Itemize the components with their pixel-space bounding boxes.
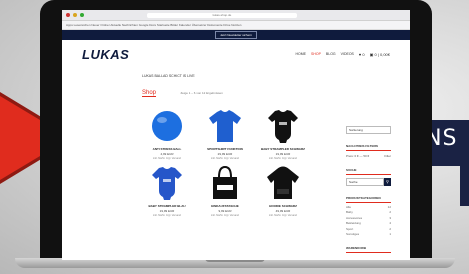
category-item[interactable]: Alle 12	[346, 205, 391, 209]
bookmarks-bar[interactable]: Apps Lesezeichen Neuer Ordner Aktuelle N…	[62, 21, 410, 30]
bodysuit-icon[interactable]	[142, 164, 192, 202]
product-name[interactable]: SPORTSHIRT FUNKTION	[200, 147, 250, 151]
nav-item-videos[interactable]: VIDEOS	[341, 52, 354, 56]
category-name[interactable]: Baby	[346, 210, 353, 214]
sort-select[interactable]: Sortierung	[346, 126, 391, 134]
category-name[interactable]: Alle	[346, 205, 351, 209]
product-card[interactable]: EINKAUFSTASCHE 9,99 EUR inkl. MwSt. zzgl…	[200, 164, 250, 217]
category-item[interactable]: Sport 2	[346, 227, 391, 231]
maximize-window-icon[interactable]	[80, 13, 84, 17]
price-range-label: Preis: 0 € — 50 €	[346, 154, 370, 158]
newsletter-button[interactable]: Jetzt Newsletter sichern	[215, 31, 257, 39]
minimize-window-icon[interactable]	[73, 13, 77, 17]
result-count: Zeige 1 – 6 von 12 Ergebnissen	[180, 91, 223, 95]
product-card[interactable]: BABY STRAMPLER SCHWARZ 19,99 EUR inkl. M…	[258, 107, 308, 160]
category-name[interactable]: Sonstiges	[346, 232, 359, 236]
product-tax-note: inkl. MwSt. zzgl. Versand	[269, 214, 297, 217]
ball-icon[interactable]	[142, 107, 192, 145]
product-name[interactable]: BABY STRAMPLER SCHWARZ	[258, 147, 308, 151]
product-price: 4,99 EUR	[160, 152, 174, 156]
category-item[interactable]: Sonstiges 1	[346, 232, 391, 236]
wishlist-icon[interactable]: ♥ 0	[359, 52, 365, 57]
search-icon[interactable]: ⚲	[384, 178, 391, 186]
product-card[interactable]: BABY STRAMPLER BLAU 19,99 EUR inkl. MwSt…	[142, 164, 192, 217]
search-title: SUCHE	[346, 168, 391, 175]
nav-item-blog[interactable]: BLOG	[326, 52, 336, 56]
category-count: 2	[389, 210, 391, 214]
product-tax-note: inkl. MwSt. zzgl. Versand	[269, 157, 297, 160]
product-price: 49,99 EUR	[275, 209, 291, 213]
address-bar[interactable]: lukas-shop.de	[147, 12, 297, 18]
main-nav: HOME SHOP BLOG VIDEOS	[296, 52, 354, 56]
site-header: LUKAS HOME SHOP BLOG VIDEOS ♥ 0 ▣ 0 | 0,…	[62, 40, 410, 68]
site-topbar: Jetzt Newsletter sichern	[62, 30, 410, 40]
product-price: 19,99 EUR	[275, 152, 291, 156]
shop-sidebar: Sortierung NACH PREIS FILTERN Preis: 0 €…	[346, 68, 391, 253]
nav-item-shop[interactable]: SHOP	[311, 52, 321, 56]
product-name[interactable]: EINKAUFSTASCHE	[200, 204, 250, 208]
product-card[interactable]: SPORTSHIRT FUNKTION 29,99 EUR inkl. MwSt…	[200, 107, 250, 160]
product-price: 29,99 EUR	[217, 152, 233, 156]
category-list: Alle 12 Baby 2 Accessoires 3 Bekleidung 4 Sport 2…	[346, 205, 391, 237]
category-name[interactable]: Accessoires	[346, 216, 362, 220]
category-count: 12	[387, 204, 391, 209]
product-tax-note: inkl. MwSt. zzgl. Versand	[153, 214, 181, 217]
product-price: 19,99 EUR	[159, 209, 175, 213]
laptop-screen: lukas-shop.de Apps Lesezeichen Neuer Ord…	[62, 10, 410, 260]
categories-title: PRODUKTKATEGORIEN	[346, 196, 391, 203]
search-widget: Suche ⚲	[346, 178, 391, 186]
nav-item-home[interactable]: HOME	[296, 52, 307, 56]
price-filter-title: NACH PREIS FILTERN	[346, 144, 391, 151]
product-name[interactable]: HOODIE SCHWARZ	[258, 204, 308, 208]
price-filter-row: Preis: 0 € — 50 € Filter	[346, 154, 391, 158]
browser-chrome: lukas-shop.de	[62, 10, 410, 21]
filter-button[interactable]: Filter	[384, 154, 391, 158]
category-count: 4	[389, 221, 391, 225]
product-grid: ANTI STRESS BALL 4,99 EUR inkl. MwSt. zz…	[142, 107, 312, 217]
shop-main: LUKAS BALLAD SCHICT IS LIVE Shop Zeige 1…	[142, 68, 312, 253]
product-tax-note: inkl. MwSt. zzgl. Versand	[211, 157, 239, 160]
page-title: Shop	[142, 90, 157, 97]
category-name[interactable]: Sport	[346, 227, 353, 231]
tshirt-icon[interactable]	[200, 107, 250, 145]
category-item[interactable]: Baby 2	[346, 210, 391, 214]
cart-widget-title: WARENKORB	[346, 246, 391, 253]
search-input[interactable]: Suche	[346, 178, 384, 186]
product-card[interactable]: ANTI STRESS BALL 4,99 EUR inkl. MwSt. zz…	[142, 107, 192, 160]
category-item[interactable]: Accessoires 3	[346, 216, 391, 220]
product-tax-note: inkl. MwSt. zzgl. Versand	[211, 214, 239, 217]
bodysuit-icon[interactable]	[258, 107, 308, 145]
product-name[interactable]: BABY STRAMPLER BLAU	[142, 204, 192, 208]
close-window-icon[interactable]	[66, 13, 70, 17]
product-card[interactable]: HOODIE SCHWARZ 49,99 EUR inkl. MwSt. zzg…	[258, 164, 308, 217]
product-price: 9,99 EUR	[218, 209, 232, 213]
site-logo[interactable]: LUKAS	[82, 47, 129, 62]
hoodie-icon[interactable]	[258, 164, 308, 202]
category-item[interactable]: Bekleidung 4	[346, 221, 391, 225]
category-name[interactable]: Bekleidung	[346, 221, 361, 225]
category-count: 2	[389, 226, 391, 231]
banner-strip	[460, 166, 469, 206]
product-name[interactable]: ANTI STRESS BALL	[142, 147, 192, 151]
category-count: 3	[389, 215, 391, 220]
product-tax-note: inkl. MwSt. zzgl. Versand	[153, 157, 181, 160]
page-content: LUKAS BALLAD SCHICT IS LIVE Shop Zeige 1…	[62, 68, 410, 253]
category-count: 1	[389, 232, 391, 236]
cart-icon[interactable]: ▣ 0 | 0,00€	[370, 52, 390, 57]
tote-bag-icon[interactable]	[200, 164, 250, 202]
